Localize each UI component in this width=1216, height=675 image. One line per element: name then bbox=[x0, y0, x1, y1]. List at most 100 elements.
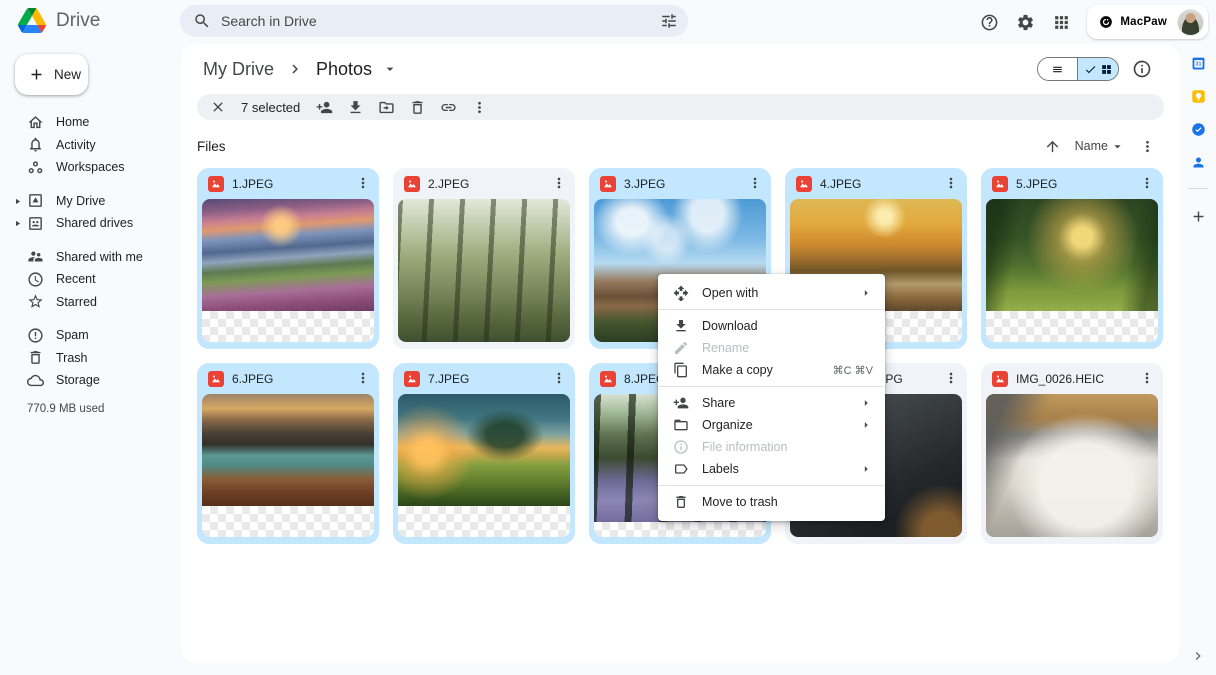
file-card-header: 2.JPEG bbox=[393, 168, 575, 199]
menu-item-download[interactable]: Download bbox=[658, 315, 885, 337]
file-thumbnail bbox=[398, 199, 570, 342]
sidebar-item-home[interactable]: Home bbox=[0, 111, 180, 134]
file-card[interactable]: 6.JPEG bbox=[197, 363, 379, 544]
expand-arrow-icon[interactable] bbox=[13, 197, 22, 206]
sidebar-item-label: Spam bbox=[56, 328, 89, 342]
breadcrumb-photos[interactable]: Photos bbox=[310, 57, 378, 82]
hide-side-panel-icon[interactable] bbox=[1190, 648, 1206, 664]
search-bar[interactable] bbox=[180, 5, 688, 37]
file-thumbnail bbox=[986, 199, 1158, 342]
menu-item-share[interactable]: Share bbox=[658, 392, 885, 414]
file-name: 3.JPEG bbox=[624, 177, 739, 191]
menu-item-open-with[interactable]: Open with bbox=[658, 282, 885, 304]
menu-item-move-to-trash[interactable]: Move to trash bbox=[658, 491, 885, 513]
sidebar-item-my-drive[interactable]: My Drive bbox=[0, 190, 180, 213]
menu-item-labels[interactable]: Labels bbox=[658, 458, 885, 480]
search-input[interactable] bbox=[211, 13, 660, 29]
file-name: 6.JPEG bbox=[232, 372, 347, 386]
file-card[interactable]: 7.JPEG bbox=[393, 363, 575, 544]
sidebar-item-label: Starred bbox=[56, 295, 97, 309]
file-name: IMG_0026.HEIC bbox=[1016, 372, 1131, 386]
file-card-header: 4.JPEG bbox=[785, 168, 967, 199]
chevron-right-icon bbox=[286, 60, 304, 78]
sort-by-name[interactable]: Name bbox=[1075, 139, 1125, 154]
submenu-arrow-icon bbox=[859, 462, 873, 476]
get-link-icon[interactable] bbox=[433, 94, 464, 120]
file-more-options-icon[interactable] bbox=[355, 175, 373, 193]
file-more-options-icon[interactable] bbox=[943, 370, 961, 388]
menu-item-file-information: File information bbox=[658, 436, 885, 458]
share-add-person-icon[interactable] bbox=[309, 94, 340, 120]
breadcrumb-my-drive[interactable]: My Drive bbox=[197, 57, 280, 82]
file-card[interactable]: 2.JPEG bbox=[393, 168, 575, 349]
image-file-icon bbox=[796, 176, 812, 192]
sidebar: New HomeActivityWorkspacesMy DriveShared… bbox=[0, 44, 180, 675]
file-more-options-icon[interactable] bbox=[1139, 370, 1157, 388]
trash-icon[interactable] bbox=[402, 94, 433, 120]
menu-item-organize[interactable]: Organize bbox=[658, 414, 885, 436]
sidebar-item-trash[interactable]: Trash bbox=[0, 347, 180, 370]
avatar[interactable] bbox=[1177, 9, 1204, 36]
sidebar-item-activity[interactable]: Activity bbox=[0, 134, 180, 157]
folder-menu-caret-icon[interactable] bbox=[382, 61, 398, 77]
clear-selection-icon[interactable] bbox=[210, 99, 226, 115]
sidebar-item-workspaces[interactable]: Workspaces bbox=[0, 156, 180, 179]
sidebar-item-label: Activity bbox=[56, 138, 96, 152]
search-options-icon[interactable] bbox=[660, 12, 678, 30]
thumbnail-image bbox=[202, 199, 374, 311]
new-button-label: New bbox=[54, 67, 81, 82]
menu-item-make-a-copy[interactable]: Make a copy⌘C ⌘V bbox=[658, 359, 885, 381]
apps-grid-icon[interactable] bbox=[1047, 8, 1075, 36]
image-file-icon bbox=[208, 371, 224, 387]
check-icon bbox=[1084, 63, 1097, 76]
selection-toolbar: 7 selected bbox=[197, 94, 1164, 120]
sidebar-item-storage[interactable]: Storage bbox=[0, 369, 180, 392]
file-more-options-icon[interactable] bbox=[747, 175, 765, 193]
file-card[interactable]: 5.JPEG bbox=[981, 168, 1163, 349]
drive-logo[interactable]: Drive bbox=[18, 8, 100, 33]
help-icon[interactable] bbox=[975, 8, 1003, 36]
sort-direction-icon[interactable] bbox=[1044, 138, 1061, 155]
file-information-icon bbox=[673, 439, 689, 455]
view-controls bbox=[1037, 57, 1164, 81]
sidebar-item-shared-with-me[interactable]: Shared with me bbox=[0, 246, 180, 269]
details-info-icon[interactable] bbox=[1132, 59, 1152, 79]
view-more-options-icon[interactable] bbox=[1139, 138, 1156, 155]
file-card[interactable]: IMG_0026.HEIC bbox=[981, 363, 1163, 544]
file-thumbnail bbox=[986, 394, 1158, 537]
account-chip[interactable]: MacPaw bbox=[1087, 5, 1208, 39]
menu-divider bbox=[658, 386, 885, 387]
thumbnail-image bbox=[202, 394, 374, 506]
list-view-button[interactable] bbox=[1038, 58, 1077, 80]
starred-icon bbox=[27, 293, 44, 310]
file-card[interactable]: 1.JPEG bbox=[197, 168, 379, 349]
grid-view-button[interactable] bbox=[1077, 58, 1118, 80]
tasks-icon[interactable] bbox=[1185, 116, 1212, 143]
new-button[interactable]: New bbox=[15, 54, 88, 95]
file-more-options-icon[interactable] bbox=[1139, 175, 1157, 193]
file-more-options-icon[interactable] bbox=[943, 175, 961, 193]
move-to-folder-icon[interactable] bbox=[371, 94, 402, 120]
sidebar-item-label: Shared with me bbox=[56, 250, 143, 264]
sidebar-item-shared-drives[interactable]: Shared drives bbox=[0, 212, 180, 235]
keep-icon[interactable] bbox=[1185, 83, 1212, 110]
contacts-icon[interactable] bbox=[1185, 149, 1212, 176]
sidebar-item-recent[interactable]: Recent bbox=[0, 268, 180, 291]
rail-divider bbox=[1188, 188, 1208, 189]
calendar-icon[interactable]: 31 bbox=[1185, 50, 1212, 77]
image-file-icon bbox=[404, 371, 420, 387]
sidebar-item-starred[interactable]: Starred bbox=[0, 291, 180, 314]
file-more-options-icon[interactable] bbox=[551, 175, 569, 193]
get-add-ons-icon[interactable] bbox=[1185, 203, 1212, 230]
expand-arrow-icon[interactable] bbox=[13, 219, 22, 228]
settings-icon[interactable] bbox=[1011, 8, 1039, 36]
file-card-header: 5.JPEG bbox=[981, 168, 1163, 199]
download-icon[interactable] bbox=[340, 94, 371, 120]
toolbar-actions bbox=[309, 94, 495, 120]
sidebar-item-spam[interactable]: Spam bbox=[0, 324, 180, 347]
more-options-icon[interactable] bbox=[464, 94, 495, 120]
file-more-options-icon[interactable] bbox=[355, 370, 373, 388]
search-icon[interactable] bbox=[193, 12, 211, 30]
menu-item-label: Rename bbox=[702, 341, 873, 355]
file-more-options-icon[interactable] bbox=[551, 370, 569, 388]
